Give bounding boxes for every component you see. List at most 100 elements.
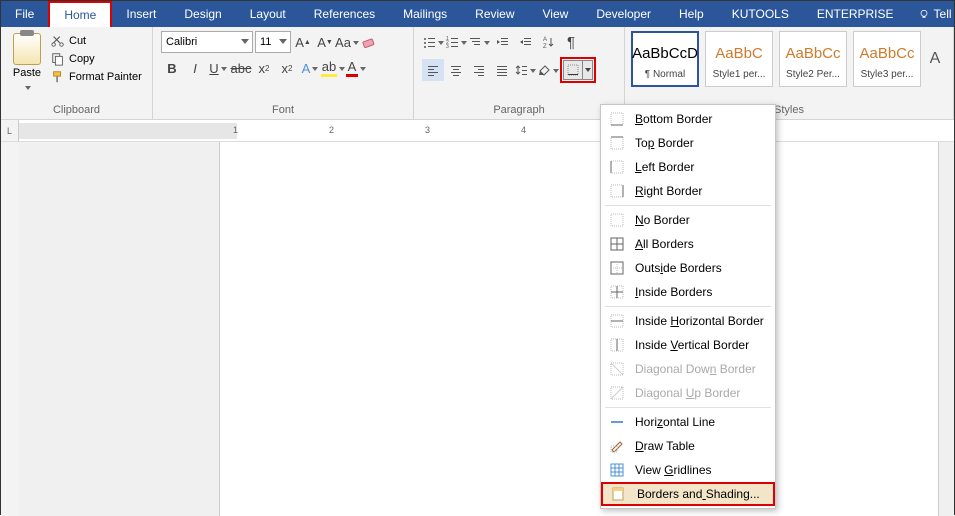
font-group-label: Font <box>153 102 413 119</box>
menu-label: Diagonal Up Border <box>635 386 740 400</box>
paste-dropdown[interactable] <box>23 79 31 97</box>
italic-button[interactable]: I <box>184 57 206 79</box>
tab-file[interactable]: File <box>1 1 48 27</box>
style-more[interactable]: A <box>927 31 943 87</box>
menu-label: Draw Table <box>635 439 695 453</box>
copy-label: Copy <box>69 53 95 65</box>
tell-me[interactable]: Tell <box>908 1 955 27</box>
align-right-button[interactable] <box>468 59 490 81</box>
subscript-button[interactable]: x2 <box>253 57 275 79</box>
cut-button[interactable]: Cut <box>49 33 144 49</box>
menu-top[interactable]: Top Border <box>601 131 775 155</box>
menu-all[interactable]: All Borders <box>601 232 775 256</box>
highlight-button[interactable]: ab <box>322 57 344 79</box>
menu-dialog[interactable]: Borders and Shading... <box>601 482 775 506</box>
tab-insert[interactable]: Insert <box>112 1 170 27</box>
menu-du: Diagonal Up Border <box>601 381 775 405</box>
menu-left[interactable]: Left Border <box>601 155 775 179</box>
menu-none[interactable]: No Border <box>601 208 775 232</box>
menu-label: Left Border <box>635 160 694 174</box>
bullets-button[interactable] <box>422 31 444 53</box>
borders-dropdown-button[interactable] <box>583 60 593 80</box>
font-size-select[interactable]: 11 <box>255 31 291 53</box>
borders-split-button[interactable] <box>560 57 596 83</box>
menu-label: Outside Borders <box>635 261 722 275</box>
menu-label: No Border <box>635 213 690 227</box>
paste-icon <box>13 33 41 65</box>
format-painter-label: Format Painter <box>69 71 142 83</box>
menu-bottom[interactable]: Bottom Border <box>601 107 775 131</box>
tab-references[interactable]: References <box>300 1 389 27</box>
document-page[interactable] <box>219 142 939 516</box>
text-effects-button[interactable]: A <box>299 57 321 79</box>
document-area <box>1 142 954 516</box>
ruler-corner: L <box>1 120 19 141</box>
tab-review[interactable]: Review <box>461 1 528 27</box>
menu-label: View Gridlines <box>635 463 712 477</box>
menu-hl[interactable]: Horizontal Line <box>601 410 775 434</box>
style-normal[interactable]: AaBbCcD¶ Normal <box>631 31 699 87</box>
tab-mailings[interactable]: Mailings <box>389 1 461 27</box>
decrease-indent-button[interactable] <box>491 31 513 53</box>
menu-label: Inside Horizontal Border <box>635 314 764 328</box>
align-center-button[interactable] <box>445 59 467 81</box>
menu-outside[interactable]: Outside Borders <box>601 256 775 280</box>
increase-indent-button[interactable] <box>514 31 536 53</box>
tab-view[interactable]: View <box>529 1 583 27</box>
paste-button[interactable]: Paste <box>7 31 47 97</box>
align-left-button[interactable] <box>422 59 444 81</box>
underline-button[interactable]: U <box>207 57 229 79</box>
format-painter-icon <box>51 70 65 84</box>
tab-help[interactable]: Help <box>665 1 718 27</box>
tab-developer[interactable]: Developer <box>582 1 665 27</box>
bold-button[interactable]: B <box>161 57 183 79</box>
menu-label: Horizontal Line <box>635 415 715 429</box>
tab-design[interactable]: Design <box>170 1 235 27</box>
style-style3[interactable]: AaBbCcStyle3 per... <box>853 31 921 87</box>
menu-right[interactable]: Right Border <box>601 179 775 203</box>
svg-text:3: 3 <box>446 44 449 49</box>
ruler-body[interactable]: 123456 <box>19 123 954 139</box>
menu-label: Bottom Border <box>635 112 712 126</box>
style-style2[interactable]: AaBbCcStyle2 Per... <box>779 31 847 87</box>
ribbon: Paste Cut Copy Format Painter Clipboard <box>1 27 954 120</box>
multilevel-list-button[interactable] <box>468 31 490 53</box>
font-name-select[interactable]: Calibri <box>161 31 253 53</box>
style-style1[interactable]: AaBbCStyle1 per... <box>705 31 773 87</box>
shading-button[interactable] <box>537 59 559 81</box>
ribbon-tabs: FileHomeInsertDesignLayoutReferencesMail… <box>1 1 954 27</box>
line-spacing-button[interactable] <box>514 59 536 81</box>
copy-button[interactable]: Copy <box>49 51 144 67</box>
tab-layout[interactable]: Layout <box>236 1 300 27</box>
strikethrough-button[interactable]: abc <box>230 57 252 79</box>
menu-draw[interactable]: Draw Table <box>601 434 775 458</box>
borders-button[interactable] <box>563 60 583 80</box>
change-case-button[interactable]: Aa <box>337 31 357 53</box>
superscript-button[interactable]: x2 <box>276 57 298 79</box>
menu-label: Right Border <box>635 184 702 198</box>
menu-label: Inside Borders <box>635 285 712 299</box>
format-painter-button[interactable]: Format Painter <box>49 69 144 85</box>
grow-font-button[interactable]: A▲ <box>293 31 313 53</box>
menu-ih[interactable]: Inside Horizontal Border <box>601 309 775 333</box>
paragraph-group-label: Paragraph <box>414 102 624 119</box>
tab-enterprise[interactable]: ENTERPRISE <box>803 1 908 27</box>
sort-button[interactable]: AZ <box>537 31 559 53</box>
shrink-font-button[interactable]: A▼ <box>315 31 335 53</box>
menu-label: Diagonal Down Border <box>635 362 756 376</box>
menu-iv[interactable]: Inside Vertical Border <box>601 333 775 357</box>
clear-formatting-button[interactable] <box>359 31 379 53</box>
eraser-icon <box>361 34 377 50</box>
tab-kutools[interactable]: KUTOOLS <box>718 1 803 27</box>
font-color-button[interactable]: A <box>345 57 367 79</box>
numbering-button[interactable]: 123 <box>445 31 467 53</box>
ruler: L 123456 <box>1 120 954 142</box>
tab-home[interactable]: Home <box>48 1 112 27</box>
menu-grid[interactable]: View Gridlines <box>601 458 775 482</box>
svg-text:Z: Z <box>543 44 547 49</box>
justify-button[interactable] <box>491 59 513 81</box>
bulb-icon <box>918 8 930 20</box>
show-marks-button[interactable]: ¶ <box>560 31 582 53</box>
menu-inside[interactable]: Inside Borders <box>601 280 775 304</box>
group-paragraph: 123 AZ ¶ Paragraph <box>414 27 625 119</box>
